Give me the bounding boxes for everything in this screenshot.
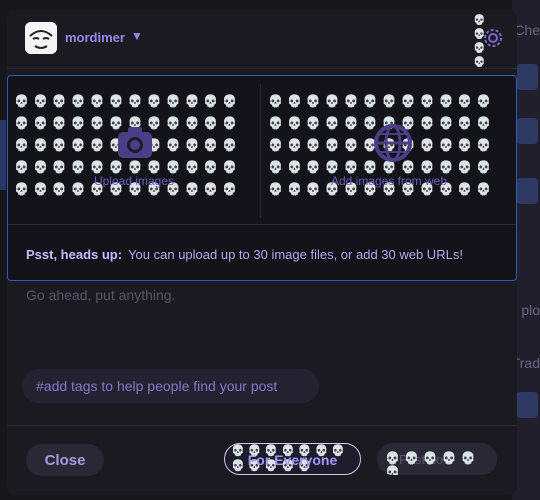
upload-images-button[interactable]: 💀💀💀💀💀💀💀💀💀💀💀💀💀💀💀💀💀💀💀💀💀💀💀💀💀💀💀💀💀💀💀💀💀💀💀💀💀💀💀💀… bbox=[8, 76, 260, 224]
background-thumbnail bbox=[516, 392, 538, 418]
tags-input[interactable]: #add tags to help people find your post bbox=[22, 369, 319, 403]
media-upload-panel: 💀💀💀💀💀💀💀💀💀💀💀💀💀💀💀💀💀💀💀💀💀💀💀💀💀💀💀💀💀💀💀💀💀💀💀💀💀💀💀💀… bbox=[7, 75, 517, 281]
post-body-input[interactable]: Go ahead, put anything. bbox=[26, 287, 175, 303]
notice-title: Psst, heads up: bbox=[26, 247, 123, 262]
new-post-modal: mordimer ▼ 💀 💀 💀 💀 💀💀💀💀💀💀💀💀💀💀💀💀💀💀💀💀💀💀💀💀💀💀💀💀… bbox=[7, 10, 517, 495]
close-button[interactable]: Close bbox=[26, 444, 104, 476]
audience-selector-button[interactable]: 💀💀💀💀💀💀💀💀💀💀💀💀 For Everyone bbox=[224, 443, 361, 475]
add-images-from-web-button[interactable]: 💀💀💀💀💀💀💀💀💀💀💀💀💀💀💀💀💀💀💀💀💀💀💀💀💀💀💀💀💀💀💀💀💀💀💀💀💀💀💀💀… bbox=[262, 76, 516, 224]
modal-header: mordimer ▼ 💀 💀 💀 💀 bbox=[7, 10, 517, 69]
skull-overlay: 💀💀💀💀💀💀 bbox=[385, 451, 480, 475]
camera-icon bbox=[118, 127, 152, 158]
background-fragment: plo bbox=[521, 302, 540, 318]
post-now-button[interactable]: Post now 💀💀💀💀💀💀 bbox=[377, 443, 497, 475]
notice-text: You can upload up to 30 image files, or … bbox=[128, 247, 463, 262]
background-edge bbox=[0, 120, 6, 190]
background-thumbnail bbox=[516, 118, 538, 144]
globe-icon bbox=[374, 124, 412, 162]
divider bbox=[260, 84, 261, 218]
blog-selector[interactable]: mordimer bbox=[65, 30, 125, 45]
background-thumbnail bbox=[516, 64, 538, 90]
upload-images-label: Upload images bbox=[93, 174, 175, 188]
audience-label: For Everyone bbox=[247, 452, 338, 468]
avatar[interactable] bbox=[25, 22, 57, 54]
add-images-from-web-label: Add images from web bbox=[330, 174, 448, 188]
background-fragment: Che bbox=[514, 22, 540, 38]
gear-icon[interactable] bbox=[481, 26, 505, 50]
background-thumbnail bbox=[516, 178, 538, 204]
chevron-down-icon[interactable]: ▼ bbox=[131, 29, 143, 43]
modal-footer: Close 💀💀💀💀💀💀💀💀💀💀💀💀 For Everyone Post now… bbox=[7, 425, 517, 496]
heads-up-notice: Psst, heads up: You can upload up to 30 i… bbox=[8, 224, 516, 282]
